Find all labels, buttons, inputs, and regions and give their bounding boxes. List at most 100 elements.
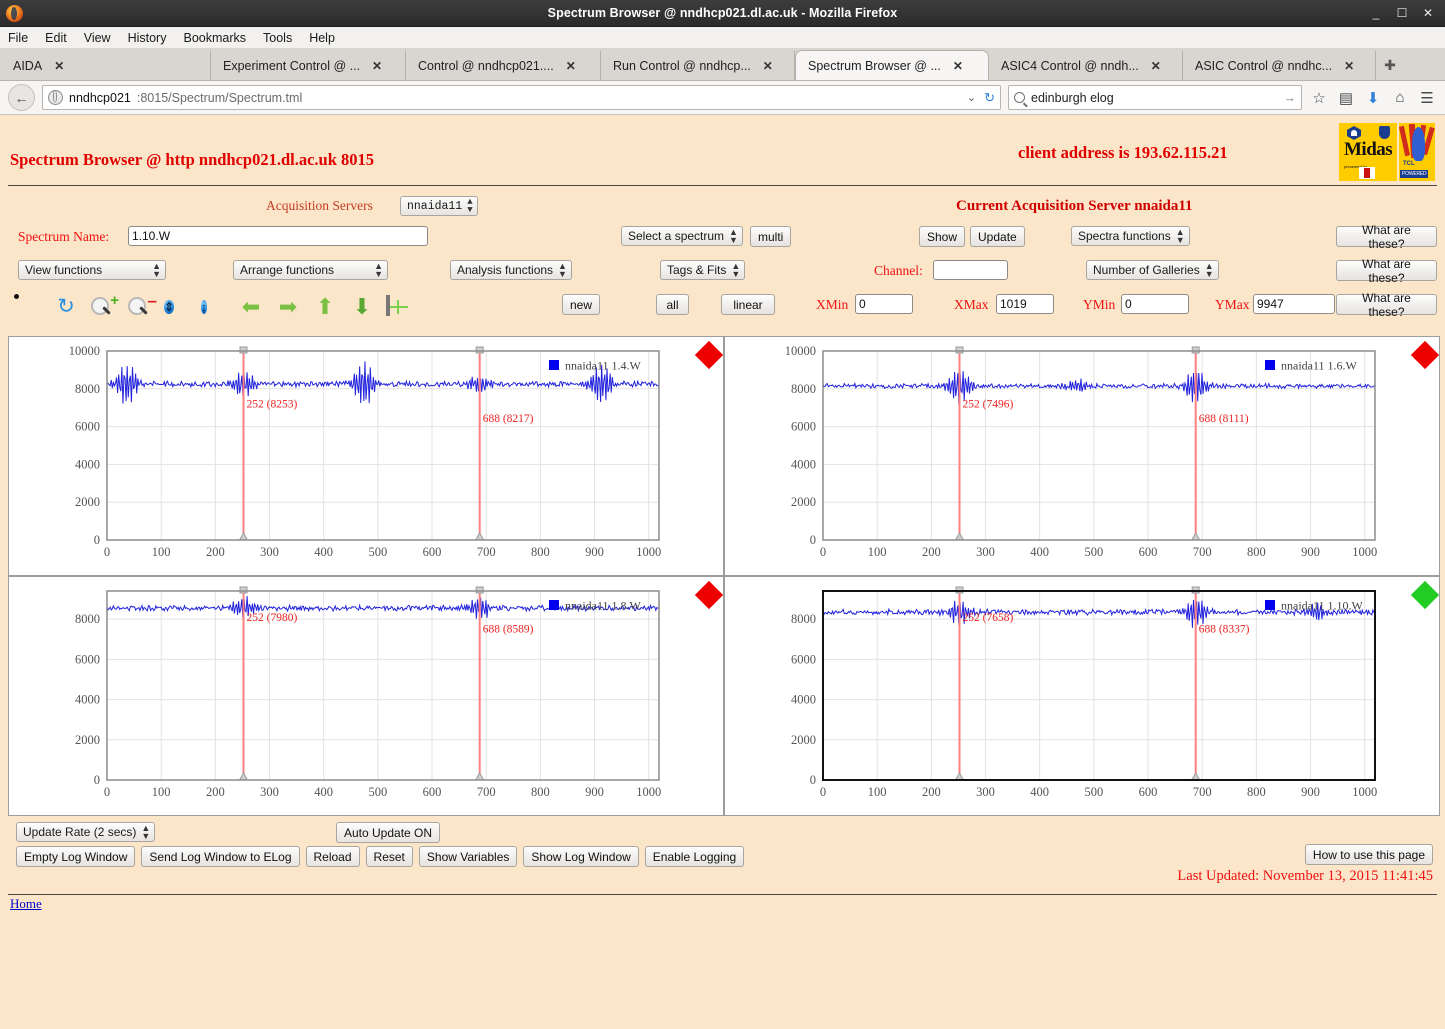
tab-close-icon[interactable]: ✕ bbox=[1151, 59, 1161, 73]
maximize-button[interactable]: ☐ bbox=[1396, 7, 1408, 19]
tab-aida[interactable]: AIDA ✕ bbox=[1, 51, 211, 80]
tab-close-icon[interactable]: ✕ bbox=[953, 59, 963, 73]
bookmark-star-icon[interactable]: ☆ bbox=[1309, 89, 1329, 107]
menu-item-edit[interactable]: Edit bbox=[45, 31, 67, 45]
radiation-icon[interactable] bbox=[16, 294, 42, 320]
window-title-bar: Spectrum Browser @ nndhcp021.dl.ac.uk - … bbox=[0, 0, 1445, 27]
tab-spectrum-browser[interactable]: Spectrum Browser @ ... ✕ bbox=[795, 50, 989, 80]
channel-input[interactable] bbox=[933, 260, 1008, 280]
tab-close-icon[interactable]: ✕ bbox=[54, 59, 64, 73]
search-go-icon[interactable]: → bbox=[1284, 91, 1297, 105]
svg-text:400: 400 bbox=[314, 785, 333, 799]
tab-asic4-control[interactable]: ASIC4 Control @ nndh... ✕ bbox=[989, 51, 1183, 80]
arrow-left-icon[interactable]: ⬅ bbox=[238, 294, 264, 320]
chevron-updown-icon: ▲▼ bbox=[467, 198, 472, 214]
arrow-down-icon[interactable]: ⬇ bbox=[349, 294, 375, 320]
chart-panel-bottom-left[interactable]: 252 (7980)688 (8589)nnaida11 1.8.W020004… bbox=[8, 576, 724, 816]
tab-close-icon[interactable]: ✕ bbox=[763, 59, 773, 73]
auto-update-button[interactable]: Auto Update ON bbox=[336, 822, 440, 843]
reader-view-icon[interactable]: ▤ bbox=[1336, 89, 1356, 107]
menu-item-help[interactable]: Help bbox=[309, 31, 335, 45]
xmin-input[interactable] bbox=[855, 294, 913, 314]
what-are-these-button-3[interactable]: What are these? bbox=[1336, 294, 1437, 315]
tab-run-control[interactable]: Run Control @ nndhcp... ✕ bbox=[601, 51, 795, 80]
downloads-icon[interactable]: ⬇ bbox=[1363, 89, 1383, 107]
reload-icon[interactable]: ↻ bbox=[984, 90, 995, 106]
zoom-out-icon[interactable]: – bbox=[127, 294, 153, 320]
tab-experiment-control[interactable]: Experiment Control @ ... ✕ bbox=[211, 51, 406, 80]
menu-item-tools[interactable]: Tools bbox=[263, 31, 292, 45]
show-variables-button[interactable]: Show Variables bbox=[419, 846, 518, 867]
linear-button[interactable]: linear bbox=[721, 294, 775, 315]
back-button[interactable]: ← bbox=[8, 84, 35, 111]
arrange-functions-dropdown[interactable]: Arrange functions ▲▼ bbox=[233, 260, 388, 280]
refresh-icon[interactable]: ↻ bbox=[53, 294, 79, 320]
arrow-up-icon[interactable]: ⬆ bbox=[312, 294, 338, 320]
spectrum-plot[interactable]: 252 (7496)688 (8111)nnaida11 1.6.W020004… bbox=[725, 337, 1439, 575]
tab-strip: AIDA ✕ Experiment Control @ ... ✕ Contro… bbox=[0, 49, 1445, 81]
multi-button[interactable]: multi bbox=[750, 226, 791, 247]
svg-text:700: 700 bbox=[477, 545, 496, 559]
analysis-functions-dropdown[interactable]: Analysis functions ▲▼ bbox=[450, 260, 572, 280]
all-button[interactable]: all bbox=[656, 294, 689, 315]
contract-vertical-icon[interactable]: ↕ bbox=[201, 294, 227, 320]
menu-item-file[interactable]: File bbox=[8, 31, 28, 45]
svg-text:4000: 4000 bbox=[75, 693, 100, 707]
update-button[interactable]: Update bbox=[970, 226, 1025, 247]
how-to-use-this-page-button[interactable]: How to use this page bbox=[1305, 844, 1433, 865]
spectrum-name-input[interactable] bbox=[128, 226, 428, 246]
view-functions-dropdown[interactable]: View functions ▲▼ bbox=[18, 260, 166, 280]
close-button[interactable]: ✕ bbox=[1422, 7, 1434, 19]
url-bar[interactable]: nndhcp021 :8015/Spectrum/Spectrum.tml ⌄ … bbox=[42, 85, 1001, 110]
chart-panel-bottom-right[interactable]: 252 (7658)688 (8337)nnaida11 1.10.W02000… bbox=[724, 576, 1440, 816]
search-bar[interactable]: edinburgh elog → bbox=[1008, 85, 1302, 110]
tab-close-icon[interactable]: ✕ bbox=[566, 59, 576, 73]
expand-vertical-icon[interactable]: ⇕ bbox=[164, 294, 190, 320]
show-log-window-button[interactable]: Show Log Window bbox=[523, 846, 638, 867]
reset-button[interactable]: Reset bbox=[366, 846, 413, 867]
fit-icon[interactable] bbox=[386, 294, 412, 320]
tab-asic-control[interactable]: ASIC Control @ nndhc... ✕ bbox=[1183, 51, 1376, 80]
update-rate-dropdown[interactable]: Update Rate (2 secs) ▲▼ bbox=[16, 822, 155, 842]
minimize-button[interactable]: _ bbox=[1370, 7, 1382, 19]
spectrum-plot[interactable]: 252 (8253)688 (8217)nnaida11 1.4.W020004… bbox=[9, 337, 723, 575]
svg-text:688 (8589): 688 (8589) bbox=[483, 624, 534, 636]
what-are-these-button-1[interactable]: What are these? bbox=[1336, 226, 1437, 247]
ymin-input[interactable] bbox=[1121, 294, 1189, 314]
ymax-input[interactable] bbox=[1253, 294, 1335, 314]
midas-logo-text: Midas bbox=[1344, 139, 1392, 161]
send-log-window-to-elog-button[interactable]: Send Log Window to ELog bbox=[141, 846, 299, 867]
home-icon[interactable]: ⌂ bbox=[1390, 89, 1410, 106]
menu-item-bookmarks[interactable]: Bookmarks bbox=[183, 31, 246, 45]
spectrum-plot[interactable]: 252 (7980)688 (8589)nnaida11 1.8.W020004… bbox=[9, 577, 723, 815]
xmax-input[interactable] bbox=[996, 294, 1054, 314]
tab-close-icon[interactable]: ✕ bbox=[372, 59, 382, 73]
spectra-functions-dropdown[interactable]: Spectra functions ▲▼ bbox=[1071, 226, 1190, 246]
tab-close-icon[interactable]: ✕ bbox=[1344, 59, 1354, 73]
show-button[interactable]: Show bbox=[919, 226, 965, 247]
menu-item-history[interactable]: History bbox=[128, 31, 167, 45]
acquisition-servers-label: Acquisition Servers bbox=[266, 198, 373, 214]
chevron-updown-icon: ▲▼ bbox=[558, 262, 567, 278]
acquisition-server-select[interactable]: nnaida11 ▲▼ bbox=[400, 196, 478, 216]
tags-and-fits-dropdown[interactable]: Tags & Fits ▲▼ bbox=[660, 260, 745, 280]
new-tab-button[interactable]: ✚ bbox=[1376, 51, 1404, 80]
new-button[interactable]: new bbox=[562, 294, 600, 315]
arrow-right-icon[interactable]: ➡ bbox=[275, 294, 301, 320]
home-link[interactable]: Home bbox=[10, 896, 42, 911]
number-of-galleries-dropdown[interactable]: Number of Galleries ▲▼ bbox=[1086, 260, 1219, 280]
chart-panel-top-right[interactable]: 252 (7496)688 (8111)nnaida11 1.6.W020004… bbox=[724, 336, 1440, 576]
chart-panel-top-left[interactable]: 252 (8253)688 (8217)nnaida11 1.4.W020004… bbox=[8, 336, 724, 576]
enable-logging-button[interactable]: Enable Logging bbox=[645, 846, 744, 867]
xmax-label: XMax bbox=[954, 297, 989, 313]
reload-button[interactable]: Reload bbox=[306, 846, 360, 867]
tab-control[interactable]: Control @ nndhcp021.... ✕ bbox=[406, 51, 601, 80]
select-spectrum-dropdown[interactable]: Select a spectrum ▲▼ bbox=[621, 226, 743, 246]
spectrum-plot[interactable]: 252 (7658)688 (8337)nnaida11 1.10.W02000… bbox=[725, 577, 1439, 815]
what-are-these-button-2[interactable]: What are these? bbox=[1336, 260, 1437, 281]
url-dropdown-icon[interactable]: ⌄ bbox=[967, 91, 976, 104]
hamburger-menu-icon[interactable]: ☰ bbox=[1417, 89, 1437, 107]
menu-item-view[interactable]: View bbox=[84, 31, 111, 45]
empty-log-window-button[interactable]: Empty Log Window bbox=[16, 846, 135, 867]
zoom-in-icon[interactable]: + bbox=[90, 294, 116, 320]
